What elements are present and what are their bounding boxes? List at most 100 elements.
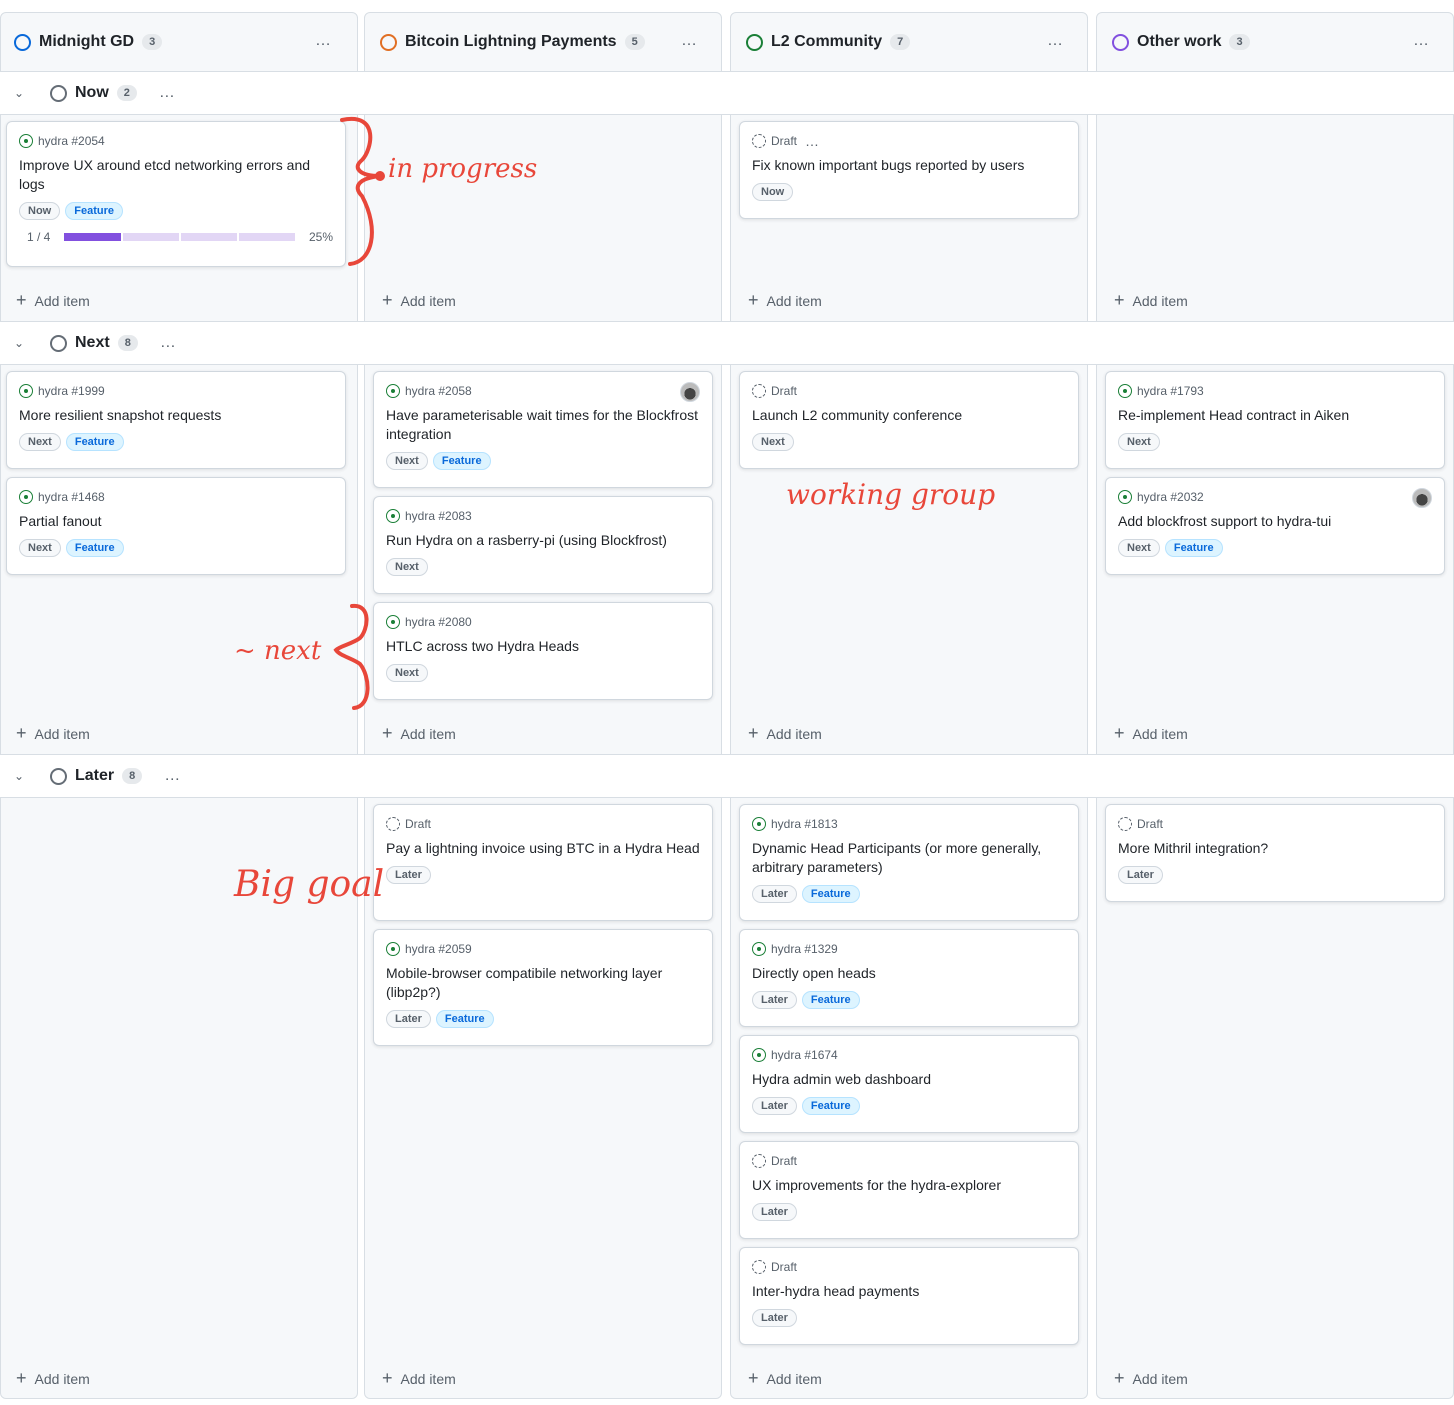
card-draft-conference[interactable]: Draft Launch L2 community conference Nex… [739,371,1079,469]
card-hydra-2054[interactable]: hydra #2054 Improve UX around etcd netwo… [6,121,346,267]
card-title[interactable]: Mobile-browser compatibile networking la… [386,964,700,1002]
card-title[interactable]: Pay a lightning invoice using BTC in a H… [386,839,700,858]
card-hydra-1674[interactable]: hydra #1674 Hydra admin web dashboard La… [739,1035,1079,1133]
chevron-down-icon[interactable]: ⌄ [14,336,28,350]
card-hydra-1813[interactable]: hydra #1813 Dynamic Head Participants (o… [739,804,1079,921]
column-header[interactable]: Midnight GD 3 … [0,12,358,72]
card-hydra-2080[interactable]: hydra #2080 HTLC across two Hydra Heads … [373,602,713,700]
status-label[interactable]: Now [19,202,61,220]
issue-ref[interactable]: hydra #2080 [405,615,472,629]
status-label[interactable]: Later [1118,866,1163,884]
issue-ref[interactable]: hydra #1674 [771,1048,838,1062]
group-row-next[interactable]: ⌄ Next 8 … [0,321,1454,365]
column-header[interactable]: Other work 3 … [1098,12,1454,72]
add-item-button[interactable]: + Add item [1114,290,1188,311]
card-title[interactable]: UX improvements for the hydra-explorer [752,1176,1066,1195]
card-hydra-1999[interactable]: hydra #1999 More resilient snapshot requ… [6,371,346,469]
card-title[interactable]: Inter-hydra head payments [752,1282,1066,1301]
more-options-icon[interactable]: … [1047,32,1064,50]
assignee-avatar[interactable] [680,382,700,402]
card-title[interactable]: Launch L2 community conference [752,406,1066,425]
issue-ref[interactable]: hydra #1999 [38,384,105,398]
status-label[interactable]: Later [752,885,797,903]
feature-label[interactable]: Feature [435,1010,494,1028]
card-title[interactable]: Dynamic Head Participants (or more gener… [752,839,1066,877]
add-item-button[interactable]: + Add item [16,290,90,311]
status-label[interactable]: Next [1118,433,1160,451]
status-label[interactable]: Next [752,433,794,451]
feature-label[interactable]: Feature [801,1097,860,1115]
more-options-icon[interactable]: … [681,32,698,50]
feature-label[interactable]: Feature [65,433,124,451]
more-options-icon[interactable]: … [164,767,180,785]
more-options-icon[interactable]: … [805,133,820,149]
more-options-icon[interactable]: … [315,32,332,50]
add-item-button[interactable]: + Add item [382,290,456,311]
add-item-button[interactable]: + Add item [16,1368,90,1389]
add-item-button[interactable]: + Add item [16,723,90,744]
add-item-button[interactable]: + Add item [748,723,822,744]
card-title[interactable]: Re-implement Head contract in Aiken [1118,406,1432,425]
card-draft-lightning-invoice[interactable]: Draft Pay a lightning invoice using BTC … [373,804,713,921]
group-row-later[interactable]: ⌄ Later 8 … [0,754,1454,798]
column-header[interactable]: L2 Community 7 … [732,12,1090,72]
more-options-icon[interactable]: … [160,334,176,352]
card-hydra-1793[interactable]: hydra #1793 Re-implement Head contract i… [1105,371,1445,469]
status-label[interactable]: Next [386,558,428,576]
add-item-button[interactable]: + Add item [748,1368,822,1389]
card-title[interactable]: More resilient snapshot requests [19,406,333,425]
issue-ref[interactable]: hydra #1793 [1137,384,1204,398]
status-label[interactable]: Later [752,991,797,1009]
card-draft-explorer[interactable]: Draft UX improvements for the hydra-expl… [739,1141,1079,1239]
issue-ref[interactable]: hydra #2054 [38,134,105,148]
card-draft-inter-hydra[interactable]: Draft Inter-hydra head payments Later [739,1247,1079,1345]
card-title[interactable]: Partial fanout [19,512,333,531]
add-item-button[interactable]: + Add item [382,1368,456,1389]
more-options-icon[interactable]: … [159,84,175,102]
status-label[interactable]: Later [752,1203,797,1221]
feature-label[interactable]: Feature [432,452,491,470]
status-label[interactable]: Later [386,1010,431,1028]
card-title[interactable]: More Mithril integration? [1118,839,1432,858]
add-item-button[interactable]: + Add item [748,290,822,311]
chevron-down-icon[interactable]: ⌄ [14,769,28,783]
status-label[interactable]: Now [752,183,794,201]
feature-label[interactable]: Feature [801,991,860,1009]
status-label[interactable]: Later [752,1097,797,1115]
status-label[interactable]: Next [386,664,428,682]
feature-label[interactable]: Feature [65,202,123,220]
add-item-button[interactable]: + Add item [1114,1368,1188,1389]
issue-ref[interactable]: hydra #2032 [1137,490,1204,504]
card-hydra-1329[interactable]: hydra #1329 Directly open heads Later Fea… [739,929,1079,1027]
issue-ref[interactable]: hydra #2058 [405,384,472,398]
card-hydra-1468[interactable]: hydra #1468 Partial fanout Next Feature [6,477,346,575]
card-title[interactable]: Run Hydra on a rasberry-pi (using Blockf… [386,531,700,550]
issue-ref[interactable]: hydra #1813 [771,817,838,831]
card-hydra-2059[interactable]: hydra #2059 Mobile-browser compatibile n… [373,929,713,1046]
card-title[interactable]: Hydra admin web dashboard [752,1070,1066,1089]
feature-label[interactable]: Feature [801,885,860,903]
feature-label[interactable]: Feature [65,539,124,557]
group-row-now[interactable]: ⌄ Now 2 … [0,71,1454,115]
card-hydra-2032[interactable]: hydra #2032 Add blockfrost support to hy… [1105,477,1445,575]
issue-ref[interactable]: hydra #2083 [405,509,472,523]
card-title[interactable]: Fix known important bugs reported by use… [752,156,1066,175]
status-label[interactable]: Next [19,539,61,557]
card-title[interactable]: HTLC across two Hydra Heads [386,637,700,656]
status-label[interactable]: Next [19,433,61,451]
more-options-icon[interactable]: … [1413,32,1430,50]
add-item-button[interactable]: + Add item [382,723,456,744]
issue-ref[interactable]: hydra #1329 [771,942,838,956]
assignee-avatar[interactable] [1412,488,1432,508]
add-item-button[interactable]: + Add item [1114,723,1188,744]
chevron-down-icon[interactable]: ⌄ [14,86,28,100]
card-title[interactable]: Improve UX around etcd networking errors… [19,156,333,194]
status-label[interactable]: Next [1118,539,1160,557]
feature-label[interactable]: Feature [1164,539,1223,557]
column-header[interactable]: Bitcoin Lightning Payments 5 … [366,12,724,72]
card-draft-fix-bugs[interactable]: Draft … Fix known important bugs reported… [739,121,1079,219]
issue-ref[interactable]: hydra #1468 [38,490,105,504]
status-label[interactable]: Later [752,1309,797,1327]
card-hydra-2083[interactable]: hydra #2083 Run Hydra on a rasberry-pi (… [373,496,713,594]
issue-ref[interactable]: hydra #2059 [405,942,472,956]
